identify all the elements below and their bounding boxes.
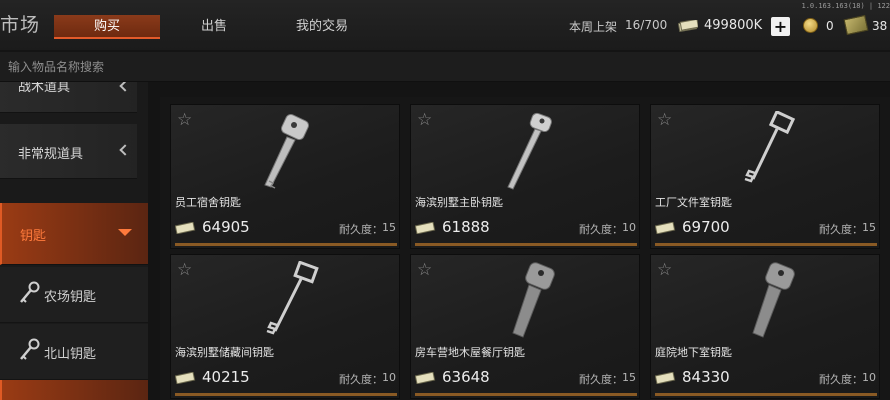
durability-bar bbox=[415, 243, 637, 246]
chevron-left-icon bbox=[119, 82, 131, 92]
category-tactical[interactable]: 战术道具 bbox=[0, 82, 137, 113]
cash-icon bbox=[655, 222, 676, 234]
durability-bar bbox=[655, 243, 877, 246]
item-card[interactable]: ☆ 房车营地木屋餐厅钥匙 63648 耐久度： 15 bbox=[410, 254, 640, 399]
category-label: 战术道具 bbox=[18, 82, 71, 95]
search-input[interactable] bbox=[0, 52, 890, 82]
durability-bar bbox=[655, 393, 877, 396]
key-image-skeleton bbox=[744, 111, 796, 183]
durability-label: 耐久度： bbox=[339, 373, 383, 386]
tab-sell[interactable]: 出售 bbox=[178, 15, 250, 39]
category-keys[interactable]: 钥匙 bbox=[0, 203, 148, 265]
item-name: 员工宿舍钥匙 bbox=[175, 196, 241, 209]
durability-value: 10 bbox=[862, 371, 876, 384]
item-name: 海滨别墅储藏间钥匙 bbox=[175, 346, 274, 359]
chevron-left-icon bbox=[119, 144, 131, 156]
key-image-blank bbox=[752, 262, 795, 338]
top-bar: 市场 购买 出售 我的交易 1.0.163.163(18) | 122 本周上架… bbox=[0, 0, 890, 50]
search-bar bbox=[0, 52, 890, 82]
item-price: 40215 bbox=[202, 368, 250, 386]
item-name: 工厂文件室钥匙 bbox=[655, 196, 732, 209]
key-image-skeleton bbox=[266, 261, 319, 335]
item-name: 房车营地木屋餐厅钥匙 bbox=[415, 346, 525, 359]
durability-bar bbox=[415, 393, 637, 396]
item-price: 84330 bbox=[682, 368, 730, 386]
category-sidebar: 战术道具 非常规道具 钥匙 农场钥匙 北山钥匙 bbox=[0, 82, 148, 400]
durability-label: 耐久度： bbox=[819, 373, 863, 386]
item-price: 69700 bbox=[682, 218, 730, 236]
item-price: 64905 bbox=[202, 218, 250, 236]
cash-icon bbox=[175, 222, 196, 234]
item-price: 61888 bbox=[442, 218, 490, 236]
item-card[interactable]: ☆ 海滨别墅主卧钥匙 61888 耐久度： 10 bbox=[410, 104, 640, 249]
item-name: 海滨别墅主卧钥匙 bbox=[415, 196, 503, 209]
cash-icon bbox=[415, 222, 436, 234]
key-image-blank bbox=[512, 262, 555, 338]
key-icon bbox=[20, 281, 40, 303]
favorite-star-icon[interactable]: ☆ bbox=[177, 110, 192, 130]
item-card[interactable]: ☆ 庭院地下室钥匙 84330 耐久度： 10 bbox=[650, 254, 880, 399]
durability-value: 15 bbox=[622, 371, 636, 384]
key-icon bbox=[20, 338, 40, 360]
favorite-star-icon[interactable]: ☆ bbox=[417, 110, 432, 130]
subcategory-label: 北山钥匙 bbox=[44, 347, 97, 362]
cash-icon bbox=[655, 372, 676, 384]
cash-icon bbox=[175, 372, 196, 384]
item-card[interactable]: ☆ 海滨别墅储藏间钥匙 40215 耐久度： 10 bbox=[170, 254, 400, 399]
item-card[interactable]: ☆ 工厂文件室钥匙 69700 耐久度： 15 bbox=[650, 104, 880, 249]
subcategory-selected[interactable] bbox=[0, 380, 148, 400]
durability-label: 耐久度： bbox=[819, 223, 863, 236]
version-text: 1.0.163.163(18) | 122 bbox=[801, 2, 890, 10]
weekly-listing-count: 16/700 bbox=[625, 18, 668, 32]
item-grid: ☆ 员工宿舍钥匙 64905 耐久度： 15 ☆ 海滨别墅主卧钥匙 61888 … bbox=[160, 97, 890, 400]
durability-value: 15 bbox=[862, 221, 876, 234]
favorite-star-icon[interactable]: ☆ bbox=[417, 260, 432, 280]
category-label: 钥匙 bbox=[20, 229, 47, 244]
bill-value: 38 bbox=[872, 19, 888, 33]
durability-label: 耐久度： bbox=[579, 373, 623, 386]
durability-bar bbox=[175, 243, 397, 246]
key-image-flat bbox=[264, 114, 309, 189]
tab-buy[interactable]: 购买 bbox=[54, 15, 160, 39]
favorite-star-icon[interactable]: ☆ bbox=[657, 260, 672, 280]
add-funds-button[interactable]: + bbox=[771, 17, 790, 36]
durability-value: 10 bbox=[622, 221, 636, 234]
durability-value: 15 bbox=[382, 221, 396, 234]
category-special[interactable]: 非常规道具 bbox=[0, 124, 137, 179]
page-title: 市场 bbox=[0, 14, 41, 36]
balance-value: 499800K bbox=[704, 18, 763, 33]
category-label: 非常规道具 bbox=[18, 147, 84, 162]
bill-stack-icon bbox=[843, 14, 869, 36]
tab-my-trades[interactable]: 我的交易 bbox=[285, 15, 359, 39]
durability-label: 耐久度： bbox=[579, 223, 623, 236]
subcategory-farm-key[interactable]: 农场钥匙 bbox=[0, 267, 148, 323]
durability-value: 10 bbox=[382, 371, 396, 384]
favorite-star-icon[interactable]: ☆ bbox=[177, 260, 192, 280]
favorite-star-icon[interactable]: ☆ bbox=[657, 110, 672, 130]
item-name: 庭院地下室钥匙 bbox=[655, 346, 732, 359]
cash-icon bbox=[678, 20, 698, 32]
subcategory-label: 农场钥匙 bbox=[44, 290, 97, 305]
durability-label: 耐久度： bbox=[339, 223, 383, 236]
durability-bar bbox=[175, 393, 397, 396]
subcategory-north-key[interactable]: 北山钥匙 bbox=[0, 324, 148, 380]
key-image-flat bbox=[507, 112, 552, 190]
item-card[interactable]: ☆ 员工宿舍钥匙 64905 耐久度： 15 bbox=[170, 104, 400, 249]
chevron-down-icon bbox=[118, 229, 132, 236]
item-price: 63648 bbox=[442, 368, 490, 386]
cash-icon bbox=[415, 372, 436, 384]
coin-value: 0 bbox=[826, 19, 834, 33]
coin-icon bbox=[803, 18, 818, 33]
weekly-listing-label: 本周上架 bbox=[569, 20, 618, 34]
